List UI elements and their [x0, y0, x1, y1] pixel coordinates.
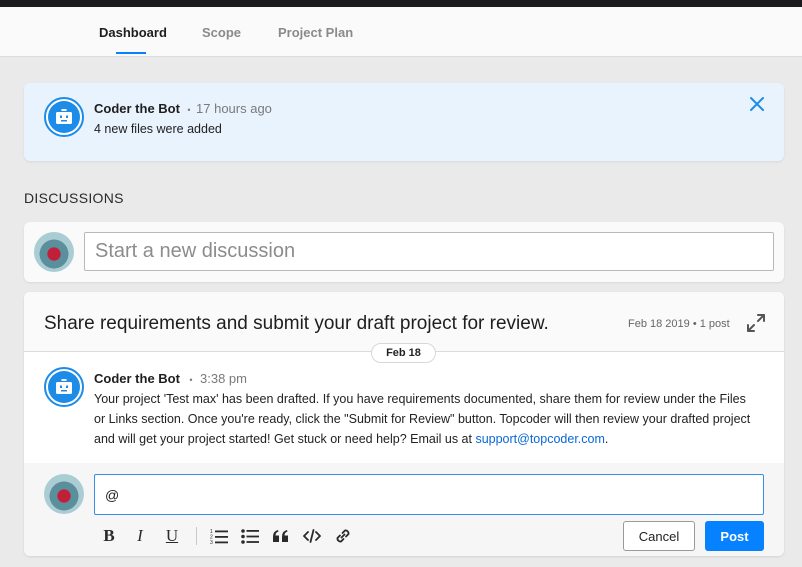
link-icon — [336, 529, 350, 543]
notification-text: 4 new files were added — [94, 122, 222, 136]
italic-icon: I — [137, 526, 143, 545]
tab-project-plan[interactable]: Project Plan — [278, 25, 353, 40]
quote-icon — [273, 530, 288, 542]
support-email-link[interactable]: support@topcoder.com — [475, 432, 604, 446]
section-title: DISCUSSIONS — [24, 190, 124, 206]
notification-time: 17 hours ago — [196, 101, 272, 116]
reply-composer: B I U 1 2 3 — [24, 463, 784, 556]
user-avatar — [34, 232, 74, 272]
thread-title: Share requirements and submit your draft… — [44, 313, 549, 334]
post-body: Your project 'Test max' has been drafted… — [94, 389, 754, 449]
separator-dot: • — [187, 105, 191, 115]
post-button[interactable]: Post — [705, 521, 764, 551]
ordered-list-icon: 1 2 3 — [210, 529, 228, 544]
svg-text:3: 3 — [210, 540, 213, 544]
underline-button[interactable]: U — [161, 525, 183, 547]
toolbar-divider — [196, 527, 197, 545]
post-bot-avatar — [44, 367, 84, 407]
post-end: . — [604, 432, 609, 446]
italic-button[interactable]: I — [129, 525, 151, 547]
link-button[interactable] — [332, 525, 354, 547]
code-button[interactable] — [301, 525, 323, 547]
post-header: Coder the Bot • 3:38 pm — [94, 370, 247, 388]
discussion-thread: Share requirements and submit your draft… — [24, 292, 784, 556]
bold-icon: B — [103, 526, 115, 545]
reply-input[interactable] — [94, 474, 764, 515]
date-divider: Feb 18 — [371, 343, 436, 363]
user-avatar — [44, 474, 84, 514]
bullet-list-button[interactable] — [239, 525, 261, 547]
quote-button[interactable] — [270, 525, 292, 547]
bold-button[interactable]: B — [98, 525, 120, 547]
notification-author: Coder the Bot — [94, 101, 180, 116]
thread-meta: Feb 18 2019 • 1 post — [628, 318, 730, 330]
ordered-list-button[interactable]: 1 2 3 — [208, 525, 230, 547]
bullet-list-icon — [241, 529, 259, 544]
underline-icon: U — [165, 526, 179, 545]
expand-icon[interactable] — [747, 314, 765, 332]
active-tab-indicator — [116, 52, 146, 54]
close-icon[interactable] — [749, 96, 765, 112]
code-icon — [303, 529, 321, 543]
tab-bar: Dashboard Scope Project Plan — [0, 7, 802, 57]
robot-icon — [56, 379, 72, 394]
notification-header: Coder the Bot • 17 hours ago — [94, 100, 272, 118]
bot-avatar — [44, 97, 84, 137]
new-discussion-input[interactable] — [84, 232, 774, 271]
new-discussion-card — [24, 222, 784, 282]
tab-scope[interactable]: Scope — [202, 25, 241, 40]
separator-dot: • — [189, 375, 193, 385]
post-time: 3:38 pm — [200, 371, 247, 386]
top-bar — [0, 0, 802, 7]
post-text: Your project 'Test max' has been drafted… — [94, 392, 751, 446]
notification-card: Coder the Bot • 17 hours ago 4 new files… — [24, 83, 784, 161]
tab-dashboard[interactable]: Dashboard — [99, 25, 167, 40]
post-author: Coder the Bot — [94, 371, 180, 386]
robot-icon — [56, 109, 72, 124]
cancel-button[interactable]: Cancel — [623, 521, 695, 551]
